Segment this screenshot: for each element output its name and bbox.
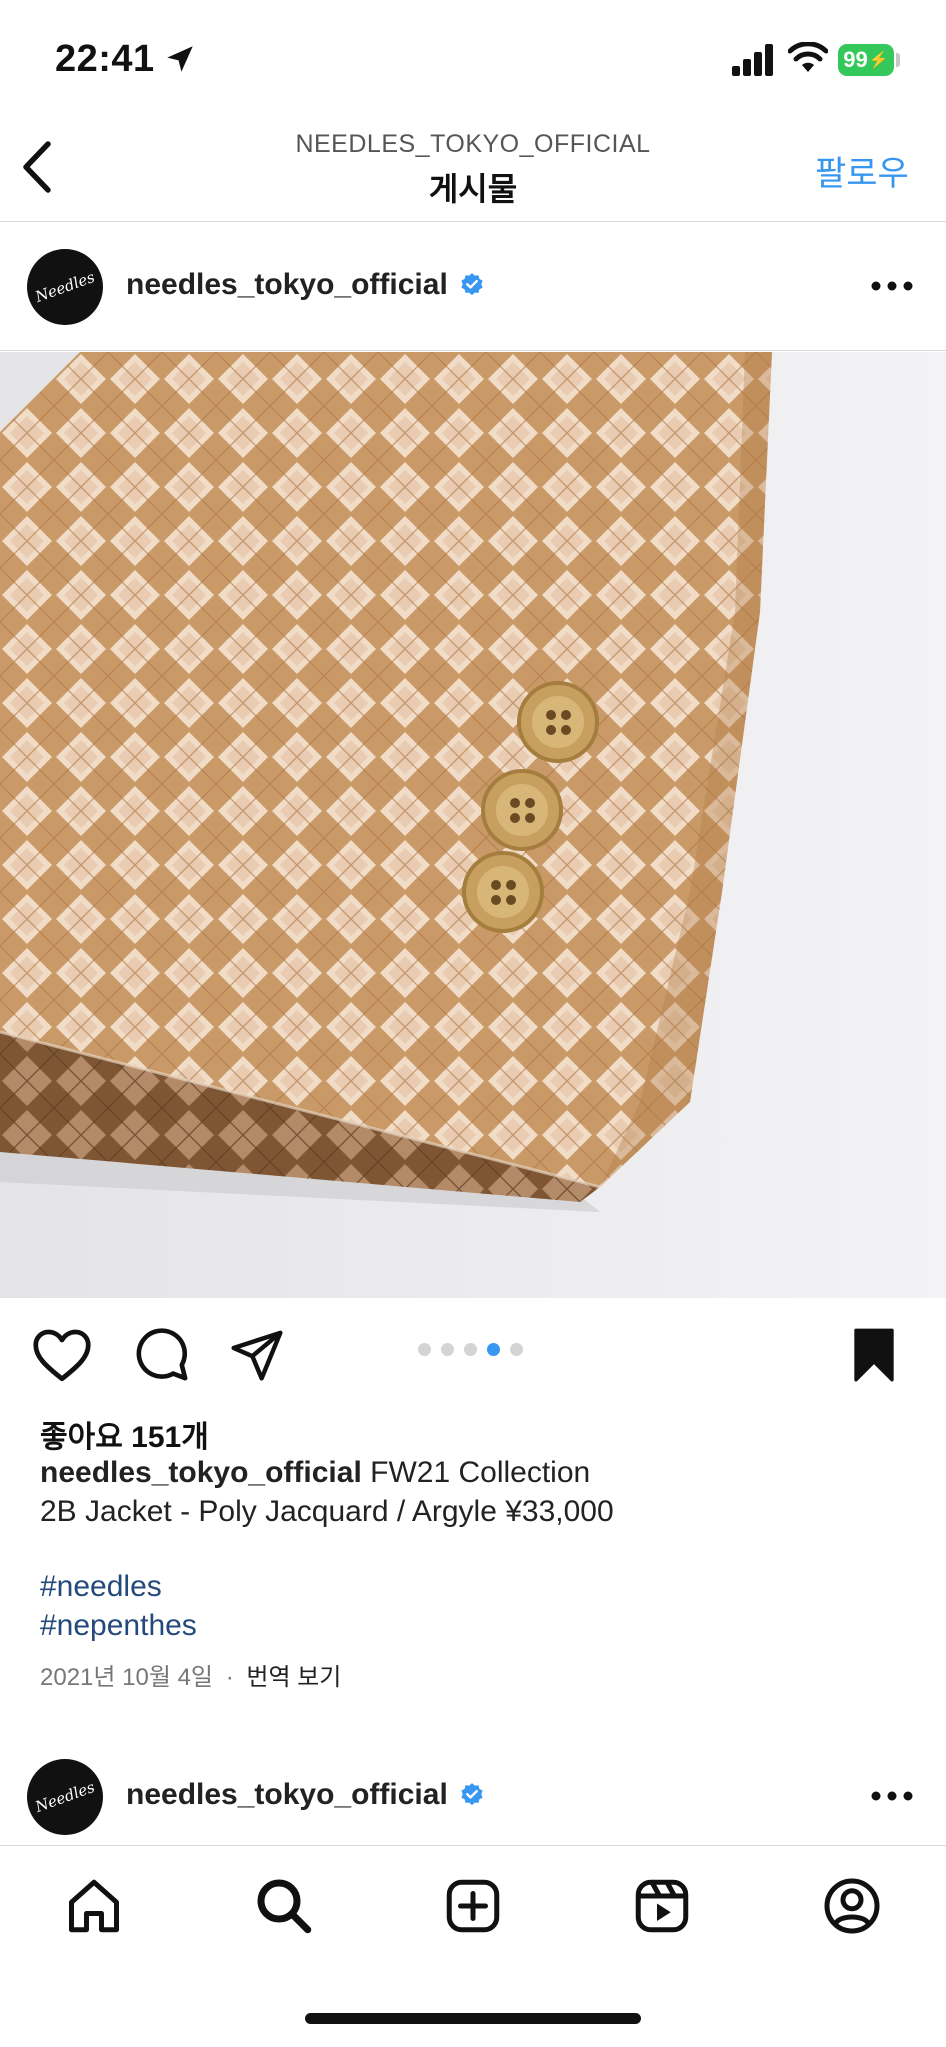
post-image[interactable]: [0, 352, 946, 1298]
bookmark-saved-icon[interactable]: [850, 1328, 898, 1382]
carousel-indicator: [418, 1343, 523, 1356]
caption-line-2: 2B Jacket - Poly Jacquard / Argyle ¥33,0…: [40, 1495, 614, 1528]
jacket-sleeve-photo: [0, 352, 946, 1298]
charging-bolt-icon: ⚡: [868, 52, 889, 69]
post-caption: needles_tokyo_official FW21 Collection 2…: [40, 1453, 920, 1531]
nav-subtitle: NEEDLES_TOKYO_OFFICIAL: [295, 130, 651, 158]
home-indicator: [305, 2013, 641, 2024]
verified-badge-icon: [461, 273, 483, 296]
carousel-dot: [510, 1343, 523, 1356]
carousel-dot: [464, 1343, 477, 1356]
caption-line-1: FW21 Collection: [370, 1456, 591, 1489]
avatar-logo: Needles: [32, 267, 98, 307]
avatar[interactable]: Needles: [27, 249, 103, 325]
location-arrow-icon: [167, 46, 193, 72]
status-time: 22:41: [55, 38, 155, 80]
search-icon[interactable]: [254, 1876, 314, 1936]
create-icon[interactable]: [443, 1876, 503, 1936]
verified-badge-icon: [461, 1783, 483, 1806]
more-options-icon[interactable]: [870, 276, 914, 296]
share-send-icon[interactable]: [228, 1327, 286, 1383]
battery-level: 99: [843, 47, 868, 72]
post-username[interactable]: needles_tokyo_official: [126, 268, 448, 302]
carousel-dot: [418, 1343, 431, 1356]
carousel-dot-active: [487, 1343, 500, 1356]
translate-link[interactable]: 번역 보기: [246, 1664, 341, 1691]
like-count[interactable]: 좋아요 151개: [40, 1412, 209, 1456]
battery-indicator: 99 ⚡: [838, 44, 894, 76]
reels-icon[interactable]: [632, 1876, 692, 1936]
next-post-avatar[interactable]: Needles: [27, 1759, 103, 1835]
wifi-icon: [788, 42, 828, 72]
next-post-username[interactable]: needles_tokyo_official: [126, 1778, 448, 1812]
header-divider: [0, 350, 946, 351]
tab-bar-divider: [0, 1845, 946, 1846]
post-date: 2021년 10월 4일: [40, 1664, 214, 1691]
hashtag-nepenthes[interactable]: #nepenthes: [40, 1609, 197, 1643]
post-meta: 2021년 10월 4일 · 번역 보기: [40, 1657, 341, 1692]
nav-divider: [0, 221, 946, 222]
carousel-dot: [441, 1343, 454, 1356]
home-icon[interactable]: [64, 1876, 124, 1936]
more-options-icon[interactable]: [870, 1786, 914, 1806]
avatar-logo: Needles: [32, 1777, 98, 1817]
hashtag-needles[interactable]: #needles: [40, 1570, 162, 1604]
meta-separator: ·: [225, 1664, 234, 1691]
battery-cap: [896, 53, 900, 67]
like-heart-icon[interactable]: [32, 1327, 92, 1383]
nav-title: 게시물: [428, 171, 518, 207]
profile-icon[interactable]: [822, 1876, 882, 1936]
follow-button[interactable]: 팔로우: [815, 146, 909, 195]
comment-bubble-icon[interactable]: [132, 1325, 190, 1383]
caption-username[interactable]: needles_tokyo_official: [40, 1456, 362, 1489]
cellular-signal-icon: [732, 44, 773, 76]
